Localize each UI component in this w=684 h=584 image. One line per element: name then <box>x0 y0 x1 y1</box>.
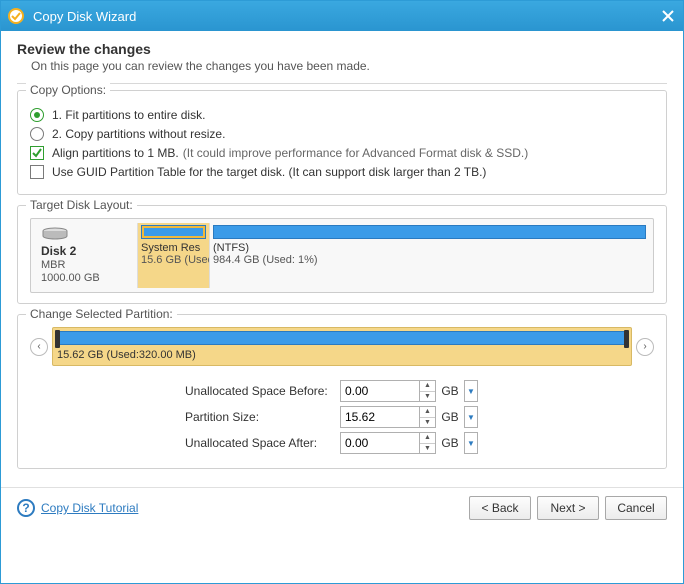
footer: ? Copy Disk Tutorial < Back Next > Cance… <box>1 487 683 528</box>
spin-up-icon[interactable]: ▲ <box>420 407 435 418</box>
back-button[interactable]: < Back <box>469 496 531 520</box>
cancel-button[interactable]: Cancel <box>605 496 667 520</box>
partition-bar <box>213 225 646 239</box>
partition-name: (NTFS) <box>213 242 646 254</box>
disk-icon <box>41 227 69 241</box>
option-note: (It could improve performance for Advanc… <box>183 146 528 160</box>
option-label: Align partitions to 1 MB. <box>52 146 179 160</box>
slider-body[interactable]: 15.62 GB (Used:320.00 MB) <box>52 327 632 366</box>
app-icon <box>7 7 25 25</box>
option-align-partitions[interactable]: Align partitions to 1 MB. (It could impr… <box>30 146 654 160</box>
target-disk-layout-group: Target Disk Layout: Disk 2 MBR 1000.00 G… <box>17 205 667 304</box>
option-label: 2. Copy partitions without resize. <box>52 127 225 141</box>
spin-down-icon[interactable]: ▼ <box>420 418 435 428</box>
close-icon[interactable] <box>659 7 677 25</box>
checkbox-icon <box>30 146 44 160</box>
spin-down-icon[interactable]: ▼ <box>420 444 435 454</box>
option-fit-partitions[interactable]: 1. Fit partitions to entire disk. <box>30 108 654 122</box>
unit-dropdown[interactable]: ▼ <box>464 406 478 428</box>
disk-name: Disk 2 <box>41 244 131 258</box>
slider-left-button[interactable]: ‹ <box>30 338 48 356</box>
partition-ntfs[interactable]: (NTFS) 984.4 GB (Used: 1%) <box>209 223 649 288</box>
spinner[interactable]: ▲▼ <box>420 380 436 402</box>
form-label: Partition Size: <box>185 410 340 424</box>
copy-options-title: Copy Options: <box>26 83 110 97</box>
partition-form: Unallocated Space Before: ▲▼ GB ▼ Partit… <box>30 380 654 454</box>
footer-buttons: < Back Next > Cancel <box>469 496 667 520</box>
partition-info: 984.4 GB (Used: 1%) <box>213 254 646 266</box>
partition-bar <box>141 225 206 239</box>
change-partition-group: Change Selected Partition: ‹ 15.62 GB (U… <box>17 314 667 469</box>
partition-info: 15.6 GB (Used: <box>141 254 206 266</box>
row-partition-size: Partition Size: ▲▼ GB ▼ <box>30 406 654 428</box>
unit-label: GB <box>436 410 464 424</box>
row-unallocated-after: Unallocated Space After: ▲▼ GB ▼ <box>30 432 654 454</box>
slider-label: 15.62 GB (Used:320.00 MB) <box>57 349 627 361</box>
window-title: Copy Disk Wizard <box>33 9 659 24</box>
checkbox-icon <box>30 165 44 179</box>
unallocated-before-input[interactable] <box>340 380 420 402</box>
tutorial-link[interactable]: Copy Disk Tutorial <box>41 501 138 515</box>
row-unallocated-before: Unallocated Space Before: ▲▼ GB ▼ <box>30 380 654 402</box>
help-link-area: ? Copy Disk Tutorial <box>17 499 138 517</box>
unit-dropdown[interactable]: ▼ <box>464 380 478 402</box>
spin-down-icon[interactable]: ▼ <box>420 392 435 402</box>
option-copy-without-resize[interactable]: 2. Copy partitions without resize. <box>30 127 654 141</box>
slider-right-button[interactable]: › <box>636 338 654 356</box>
partition-size-input[interactable] <box>340 406 420 428</box>
disk-info: Disk 2 MBR 1000.00 GB <box>35 223 137 288</box>
titlebar: Copy Disk Wizard <box>1 1 683 31</box>
slider-bar <box>57 331 627 345</box>
option-label: Use GUID Partition Table for the target … <box>52 165 486 179</box>
unit-dropdown[interactable]: ▼ <box>464 432 478 454</box>
partition-slider: ‹ 15.62 GB (Used:320.00 MB) › <box>30 327 654 366</box>
unit-label: GB <box>436 436 464 450</box>
change-partition-title: Change Selected Partition: <box>26 307 177 321</box>
unit-label: GB <box>436 384 464 398</box>
form-label: Unallocated Space After: <box>185 436 340 450</box>
page-subheading: On this page you can review the changes … <box>31 59 667 73</box>
spinner[interactable]: ▲▼ <box>420 406 436 428</box>
content-area: Review the changes On this page you can … <box>1 31 683 487</box>
partition-name: System Res <box>141 242 206 254</box>
disk-size: 1000.00 GB <box>41 272 131 284</box>
radio-icon <box>30 127 44 141</box>
spin-up-icon[interactable]: ▲ <box>420 381 435 392</box>
spinner[interactable]: ▲▼ <box>420 432 436 454</box>
disk-layout: Disk 2 MBR 1000.00 GB System Res 15.6 GB… <box>30 218 654 293</box>
form-label: Unallocated Space Before: <box>185 384 340 398</box>
radio-icon <box>30 108 44 122</box>
option-label: 1. Fit partitions to entire disk. <box>52 108 205 122</box>
next-button[interactable]: Next > <box>537 496 599 520</box>
copy-options-group: Copy Options: 1. Fit partitions to entir… <box>17 90 667 195</box>
option-use-guid[interactable]: Use GUID Partition Table for the target … <box>30 165 654 179</box>
partition-system-reserved[interactable]: System Res 15.6 GB (Used: <box>137 223 209 288</box>
divider <box>17 83 667 84</box>
disk-type: MBR <box>41 259 131 271</box>
target-disk-title: Target Disk Layout: <box>26 198 137 212</box>
spin-up-icon[interactable]: ▲ <box>420 433 435 444</box>
page-heading: Review the changes <box>17 41 667 57</box>
unallocated-after-input[interactable] <box>340 432 420 454</box>
help-icon: ? <box>17 499 35 517</box>
